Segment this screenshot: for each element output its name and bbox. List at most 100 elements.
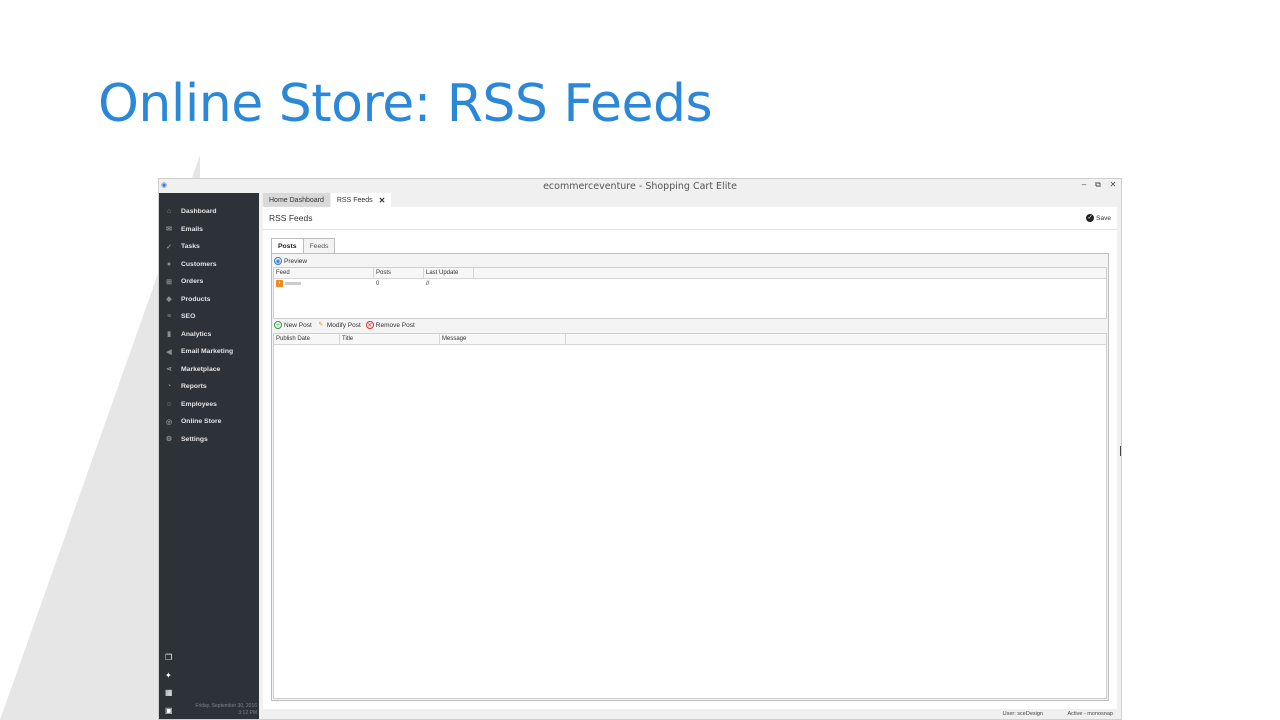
sidebar-item-analytics[interactable]: ▮ Analytics bbox=[159, 326, 259, 344]
rss-icon: ◗ bbox=[276, 279, 283, 287]
tab-posts[interactable]: Posts bbox=[271, 238, 304, 254]
app-window: ◉ ecommerceventure - Shopping Cart Elite… bbox=[158, 178, 1122, 720]
cart-icon: ⊞ bbox=[166, 278, 172, 286]
sidebar-tools: ❐ ✦ ▦ ▣ ••• bbox=[165, 649, 177, 720]
sidebar-item-employees[interactable]: ☺ Employees bbox=[159, 396, 259, 414]
remove-circle-icon: ✕ bbox=[365, 321, 374, 329]
sidebar-item-reports[interactable]: ◔ Reports bbox=[159, 378, 259, 396]
sidebar-item-label: Orders bbox=[181, 278, 204, 286]
modify-post-label: Modify Post bbox=[326, 321, 361, 329]
slide-title: Online Store: RSS Feeds bbox=[98, 74, 713, 134]
sidebar-item-online-store[interactable]: ◎ Online Store bbox=[159, 413, 259, 431]
sidebar-item-dashboard[interactable]: ⌂ Dashboard bbox=[159, 203, 259, 221]
sidebar-item-products[interactable]: ◆ Products bbox=[159, 291, 259, 309]
posts-tab-body: ◉ Preview Feed Posts Last Update ◗ 0 // bbox=[271, 253, 1109, 701]
remove-post-label: Remove Post bbox=[375, 321, 415, 329]
tab-rss-feeds[interactable]: RSS Feeds ✕ bbox=[330, 193, 392, 207]
windows-icon[interactable]: ❐ bbox=[165, 649, 177, 667]
sidebar-item-label: Products bbox=[181, 295, 211, 303]
preview-label: Preview bbox=[284, 257, 308, 265]
sidebar-item-settings[interactable]: ⚙ Settings bbox=[159, 431, 259, 449]
sidebar-item-label: Tasks bbox=[181, 243, 200, 251]
sidebar-time: 3:12 PM bbox=[238, 710, 257, 716]
preview-icon: ◉ bbox=[274, 257, 282, 265]
pencil-icon: ✎ bbox=[318, 322, 324, 328]
save-label: Save bbox=[1096, 214, 1111, 222]
rss-feeds-panel: RSS Feeds ✓ Save Posts Feeds ◉ Preview F… bbox=[263, 207, 1117, 709]
modify-post-button[interactable]: ✎ Modify Post bbox=[317, 321, 361, 329]
calendar-icon[interactable]: ▣ bbox=[165, 702, 177, 720]
calculator-icon[interactable]: ▦ bbox=[165, 684, 177, 702]
lightbulb-icon[interactable]: ✦ bbox=[165, 667, 177, 685]
column-header[interactable]: Feed bbox=[274, 268, 374, 278]
sidebar-datetime: Friday, September 30, 2016 3:12 PM bbox=[187, 703, 257, 717]
new-post-label: New Post bbox=[284, 321, 312, 329]
tab-home-dashboard[interactable]: Home Dashboard bbox=[263, 193, 330, 207]
sidebar-item-label: Reports bbox=[181, 383, 207, 391]
sidebar-item-label: Marketplace bbox=[181, 365, 221, 373]
share-icon: ⋖ bbox=[166, 366, 172, 374]
column-header[interactable]: Posts bbox=[374, 268, 424, 278]
sidebar-item-tasks[interactable]: ✓ Tasks bbox=[159, 238, 259, 256]
user-icon: ● bbox=[166, 260, 172, 268]
new-post-button[interactable]: + New Post bbox=[274, 321, 312, 329]
sidebar-item-marketplace[interactable]: ⋖ Marketplace bbox=[159, 361, 259, 379]
sidebar-date: Friday, September 30, 2016 bbox=[195, 703, 257, 709]
remove-post-button[interactable]: ✕ Remove Post bbox=[365, 321, 415, 329]
posts-toolbar: + New Post ✎ Modify Post ✕ Remove Post bbox=[274, 319, 420, 331]
title-bar: ◉ ecommerceventure - Shopping Cart Elite… bbox=[159, 179, 1121, 193]
column-header[interactable]: Title bbox=[340, 334, 440, 344]
feeds-grid: Feed Posts Last Update ◗ 0 // bbox=[273, 267, 1107, 319]
feeds-toolbar: ◉ Preview bbox=[274, 255, 312, 267]
text-cursor bbox=[1120, 446, 1121, 456]
sidebar-item-label: Customers bbox=[181, 260, 217, 268]
posts-grid-header: Publish Date Title Message bbox=[274, 334, 1106, 345]
last-update-cell: // bbox=[426, 281, 430, 287]
posts-cell: 0 bbox=[376, 281, 380, 287]
inner-tabs: Posts Feeds bbox=[271, 238, 336, 254]
sidebar-item-label: Dashboard bbox=[181, 208, 217, 216]
status-active: Active - monosnap bbox=[1067, 711, 1113, 717]
status-user: User: sceDesign bbox=[1002, 711, 1043, 717]
panel-header: RSS Feeds ✓ Save bbox=[263, 207, 1117, 230]
panel-title: RSS Feeds bbox=[269, 213, 313, 223]
window-title: ecommerceventure - Shopping Cart Elite bbox=[543, 181, 737, 192]
pie-chart-icon: ◔ bbox=[166, 383, 172, 391]
tab-label: RSS Feeds bbox=[336, 196, 373, 204]
main-area: Home Dashboard RSS Feeds ✕ RSS Feeds ✓ S… bbox=[263, 193, 1117, 709]
sidebar-item-seo[interactable]: ≡ SEO bbox=[159, 308, 259, 326]
close-button[interactable]: ✕ bbox=[1106, 180, 1120, 189]
preview-button[interactable]: ◉ Preview bbox=[274, 257, 307, 265]
sidebar-nav: ⌂ Dashboard ✉ Emails ✓ Tasks ● Customers ⊞ Or… bbox=[159, 203, 259, 448]
megaphone-icon: ◀ bbox=[166, 348, 172, 356]
save-button[interactable]: ✓ Save bbox=[1086, 214, 1111, 222]
tag-icon: ◆ bbox=[166, 296, 172, 304]
column-header[interactable]: Last Update bbox=[424, 268, 474, 278]
globe-icon: ◎ bbox=[165, 418, 173, 426]
sidebar-item-customers[interactable]: ● Customers bbox=[159, 256, 259, 274]
restore-button[interactable]: ⧉ bbox=[1091, 180, 1105, 190]
column-header[interactable]: Publish Date bbox=[274, 334, 340, 344]
sidebar-item-orders[interactable]: ⊞ Orders bbox=[159, 273, 259, 291]
sidebar-item-label: Emails bbox=[181, 225, 203, 233]
tab-feeds[interactable]: Feeds bbox=[302, 238, 336, 254]
tab-label: Home Dashboard bbox=[269, 196, 324, 204]
sidebar: ⌂ Dashboard ✉ Emails ✓ Tasks ● Customers ⊞ Or… bbox=[159, 193, 259, 719]
feed-cell: ◗ bbox=[274, 279, 374, 289]
sidebar-item-email-marketing[interactable]: ◀ Email Marketing bbox=[159, 343, 259, 361]
check-circle-icon: ✓ bbox=[1086, 214, 1095, 222]
sidebar-item-label: Email Marketing bbox=[181, 348, 234, 356]
close-icon[interactable]: ✕ bbox=[379, 196, 386, 205]
group-icon: ☺ bbox=[165, 400, 173, 408]
mail-icon: ✉ bbox=[166, 226, 172, 234]
sidebar-item-label: Employees bbox=[181, 400, 217, 408]
feeds-grid-header: Feed Posts Last Update bbox=[274, 268, 1106, 279]
home-icon: ⌂ bbox=[166, 208, 172, 216]
bar-chart-icon: ▮ bbox=[167, 331, 171, 339]
column-header[interactable]: Message bbox=[440, 334, 566, 344]
table-row[interactable]: ◗ 0 // bbox=[274, 279, 1106, 289]
sidebar-item-label: Online Store bbox=[181, 418, 222, 426]
sidebar-item-emails[interactable]: ✉ Emails bbox=[159, 221, 259, 239]
redacted-feed-name bbox=[285, 281, 301, 285]
minimize-button[interactable]: – bbox=[1077, 180, 1091, 189]
